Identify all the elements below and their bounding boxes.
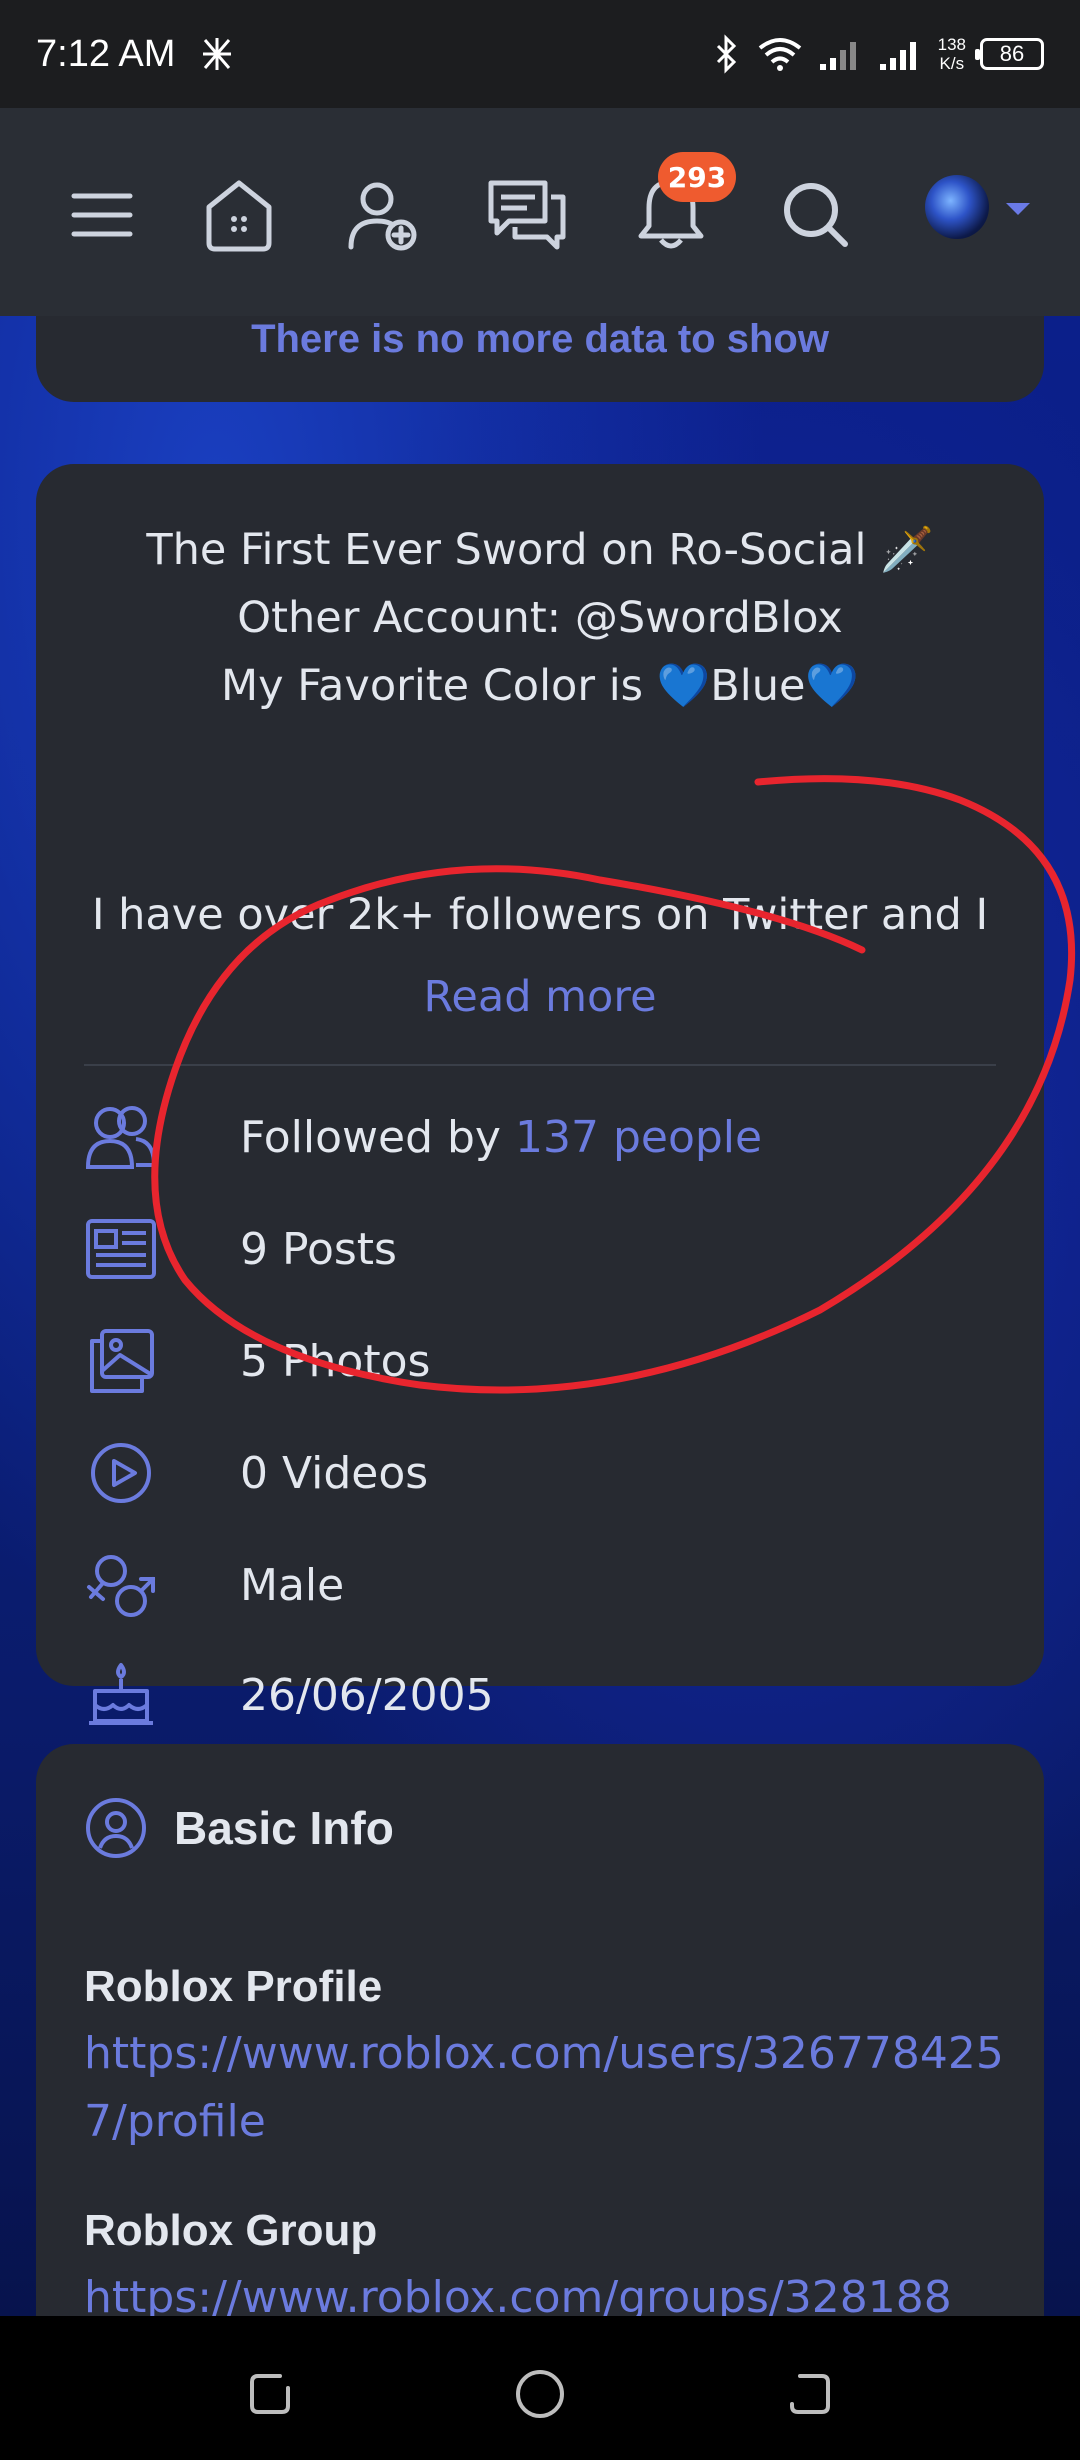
add-friend-button[interactable]: [342, 174, 424, 256]
basic-info-title: Basic Info: [174, 1802, 394, 1854]
bio-truncated-line: I have over 2k+ followers on Twitter and…: [91, 890, 989, 940]
menu-button[interactable]: [61, 174, 143, 256]
gender-row: Male: [84, 1540, 344, 1630]
birthday-row: 26/06/2005: [84, 1650, 494, 1740]
gender-text: Male: [240, 1559, 345, 1611]
signal-1-icon: [819, 42, 856, 70]
bluetooth-icon: [716, 34, 736, 74]
status-icons: 138 K/s 86: [712, 34, 1044, 74]
roblox-group-link[interactable]: https://www.roblox.com/groups/328188: [84, 2264, 1034, 2316]
status-time: 7:12 AM: [36, 32, 176, 75]
birthday-text: 26/06/2005: [240, 1669, 494, 1721]
network-speed-value: 138: [937, 35, 966, 54]
people-icon: [84, 1100, 158, 1174]
posts-row: 9 Posts: [84, 1204, 397, 1294]
photos-icon: [84, 1324, 158, 1398]
followers-link[interactable]: 137 people: [515, 1112, 762, 1163]
user-circle-icon: [86, 1798, 146, 1858]
notification-badge: 293: [658, 152, 736, 202]
roblox-profile-link[interactable]: https://www.roblox.com/users/3267784257/…: [84, 2020, 1034, 2156]
chevron-down-icon[interactable]: [1006, 203, 1030, 215]
about-card: The First Ever Sword on Ro-Social 🗡️ Oth…: [36, 464, 1044, 1725]
newspaper-icon: [84, 1212, 158, 1286]
network-speed-unit: K/s: [939, 54, 965, 73]
app-header: 293: [0, 108, 1080, 316]
bio-line: Other Account: @SwordBlox: [237, 593, 843, 643]
roblox-profile-label: Roblox Profile: [84, 1962, 383, 2011]
birthday-cake-icon: [84, 1658, 158, 1732]
search-icon: [784, 183, 848, 247]
roblox-group-label: Roblox Group: [84, 2206, 378, 2255]
read-more-link[interactable]: Read more: [36, 972, 1044, 1022]
home-nav-icon[interactable]: [510, 2364, 570, 2424]
messages-icon: [488, 180, 566, 250]
signal-2-icon: [879, 42, 916, 70]
avatar[interactable]: [925, 175, 989, 239]
home-icon: [206, 180, 272, 252]
divider: [84, 1064, 996, 1066]
followers-text: Followed by 137 people: [240, 1112, 762, 1163]
menu-icon: [71, 193, 133, 237]
system-nav-bar: [0, 2316, 1080, 2460]
basic-info-header: Basic Info: [84, 1796, 394, 1860]
posts-count[interactable]: 9 Posts: [240, 1224, 397, 1275]
profile-content: There is no more data to show The First …: [0, 316, 1080, 2316]
add-friend-icon: [348, 182, 417, 251]
videos-count[interactable]: 0 Videos: [240, 1448, 428, 1499]
followers-label: Followed by: [240, 1111, 501, 1163]
recent-apps-icon[interactable]: [240, 2364, 300, 2424]
followers-row: Followed by 137 people: [84, 1092, 762, 1182]
bio-line: The First Ever Sword on Ro-Social 🗡️: [146, 525, 934, 575]
feed-end-card: There is no more data to show: [36, 316, 1044, 402]
photos-count[interactable]: 5 Photos: [240, 1336, 430, 1387]
basic-info-card: Basic Info Roblox Profile https://www.ro…: [36, 1744, 1044, 2316]
home-button[interactable]: [198, 174, 280, 256]
gender-icon: [84, 1548, 158, 1622]
battery-icon: 86: [975, 38, 1044, 70]
bio-line: My Favorite Color is 💙Blue💙: [221, 661, 859, 711]
videos-row: 0 Videos: [84, 1428, 428, 1518]
photos-row: 5 Photos: [84, 1316, 430, 1406]
battery-level: 86: [999, 41, 1025, 66]
search-button[interactable]: [775, 174, 857, 256]
video-icon: [84, 1436, 158, 1510]
no-more-data-text: There is no more data to show: [251, 317, 829, 361]
network-speed: 138 K/s: [938, 35, 966, 73]
bio-text: The First Ever Sword on Ro-Social 🗡️ Oth…: [76, 516, 1004, 720]
messages-button[interactable]: [486, 174, 568, 256]
back-icon[interactable]: [780, 2364, 840, 2424]
wifi-icon: [758, 38, 801, 71]
app-notification-icon: [203, 38, 232, 70]
status-bar: 7:12 AM 138 K/s 86: [0, 0, 1080, 108]
